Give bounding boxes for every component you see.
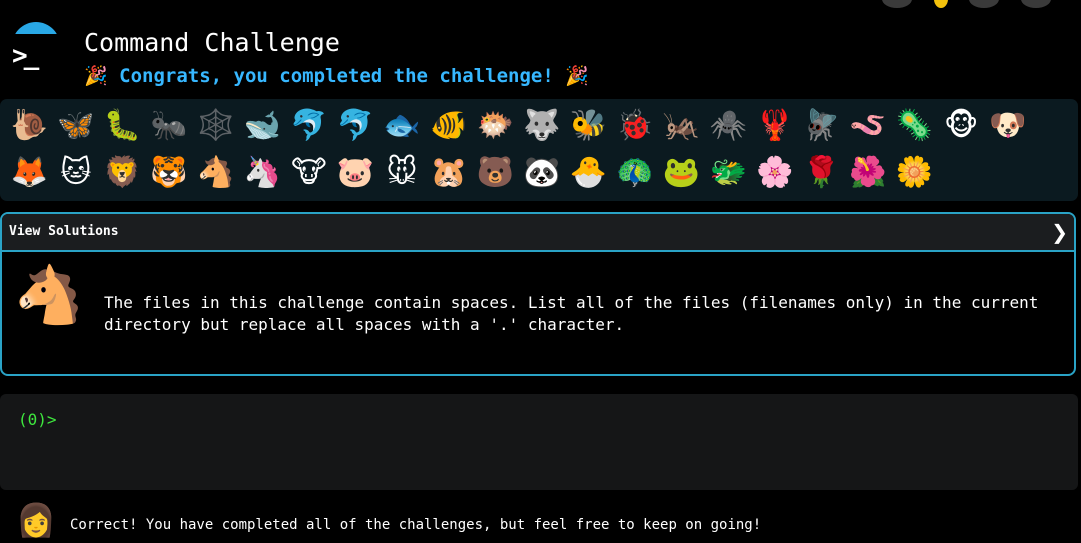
animal-icon: 🐜 bbox=[150, 108, 188, 143]
animal-icon: 🐼 bbox=[523, 155, 561, 190]
animal-icon: 🐌 bbox=[10, 108, 48, 143]
challenge-body: 🐴 The files in this challenge contain sp… bbox=[2, 252, 1074, 374]
user-icon[interactable] bbox=[882, 0, 913, 8]
solutions-panel: View Solutions ❯ 🐴 The files in this cha… bbox=[0, 212, 1076, 376]
congrats-banner: 🎉 Congrats, you completed the challenge!… bbox=[84, 64, 589, 87]
animal-icon: 🐬 bbox=[290, 108, 328, 143]
command-input[interactable] bbox=[58, 404, 1042, 436]
animal-icon: 🦗 bbox=[662, 108, 701, 143]
profile-icon[interactable] bbox=[1021, 0, 1051, 8]
header: >_ Command Challenge 🎉 Congrats, you com… bbox=[0, 0, 1081, 98]
top-right-icons bbox=[870, 0, 1051, 10]
animal-icon: 🐋 bbox=[243, 108, 281, 143]
challenge-description: The files in this challenge contain spac… bbox=[104, 293, 1039, 334]
chevron-right-icon[interactable]: ❯ bbox=[1051, 220, 1068, 244]
animal-icon: 🌺 bbox=[849, 155, 887, 190]
animal-icon: 🕸️ bbox=[196, 108, 235, 143]
animal-icon: 🌸 bbox=[756, 155, 794, 190]
animal-icon: 🐞 bbox=[616, 108, 654, 143]
animal-icon: 🦁 bbox=[103, 155, 142, 190]
animal-icon: 🐲 bbox=[709, 155, 747, 190]
status-message: Correct! You have completed all of the c… bbox=[70, 517, 762, 533]
animal-icon: 🦠 bbox=[895, 108, 934, 143]
animal-icon: 🪰 bbox=[802, 108, 841, 143]
woman-avatar-icon: 👩 bbox=[16, 501, 56, 539]
party-popper-icon: 🎉 bbox=[84, 65, 108, 87]
animal-icon: 🦋 bbox=[57, 108, 95, 143]
animal-icon: 🪱 bbox=[849, 108, 887, 143]
animal-icon: 🐭 bbox=[386, 155, 418, 190]
view-solutions-toggle[interactable]: View Solutions ❯ bbox=[2, 214, 1074, 252]
terminal[interactable]: (0)> bbox=[0, 394, 1078, 490]
animal-icon: 🐱 bbox=[60, 155, 92, 190]
animal-icon: 🐬 bbox=[336, 108, 375, 143]
animal-icon: 🌹 bbox=[802, 155, 841, 190]
animal-icon: 🐝 bbox=[569, 108, 608, 143]
animal-icon: 🐠 bbox=[429, 108, 468, 143]
animal-icon: 🐯 bbox=[150, 155, 188, 190]
animal-icon: 🌼 bbox=[895, 155, 934, 190]
animal-icon: 🕷️ bbox=[709, 108, 747, 143]
logo-prompt: >_ bbox=[8, 34, 66, 78]
view-solutions-label: View Solutions bbox=[9, 224, 119, 239]
animal-icon: 🐟 bbox=[383, 108, 421, 143]
animal-icon: 🐛 bbox=[103, 108, 142, 143]
lightbulb-icon[interactable] bbox=[933, 0, 948, 8]
animal-icon: 🐴 bbox=[196, 155, 235, 190]
page-title: Command Challenge bbox=[84, 28, 340, 57]
animal-icon: 🐻 bbox=[476, 155, 514, 190]
settings-icon[interactable] bbox=[969, 0, 1000, 8]
animal-icon: 🦞 bbox=[756, 108, 794, 143]
animal-icon: 🐮 bbox=[291, 155, 327, 190]
terminal-logo-icon[interactable]: >_ bbox=[8, 22, 66, 80]
congrats-text: Congrats, you completed the challenge! bbox=[119, 65, 554, 87]
animal-icon: 🐵 bbox=[943, 108, 979, 143]
animal-icon: 🐡 bbox=[476, 108, 514, 143]
animal-icon: 🐷 bbox=[336, 155, 375, 190]
terminal-prompt: (0)> bbox=[18, 410, 57, 429]
horse-avatar-icon: 🐴 bbox=[14, 263, 84, 328]
animal-icon: 🐹 bbox=[429, 155, 468, 190]
animal-icon: 🦚 bbox=[616, 155, 654, 190]
animal-icon: 🐣 bbox=[569, 155, 608, 190]
completed-challenges-zoo: 🐌 🦋 🐛 🐜 🕸️ 🐋 🐬 🐬 🐟 🐠 🐡 🐺 🐝 🐞 🦗 🕷️ 🦞 🪰 🪱 🦠 🐵 🐶 🦊 🐱 🦁 🐯 🐴 🦄 🐮 🐷 🐭 🐹 🐻 🐼 🐣 🦚 🐸 🐲… bbox=[0, 99, 1078, 201]
party-popper-icon: 🎉 bbox=[565, 65, 589, 87]
animal-icon: 🐺 bbox=[523, 108, 561, 143]
animal-icon: 🦄 bbox=[243, 155, 281, 190]
animal-icon: 🦊 bbox=[10, 155, 48, 190]
animal-icon: 🐶 bbox=[989, 108, 1027, 143]
animal-icon: 🐸 bbox=[662, 155, 701, 190]
